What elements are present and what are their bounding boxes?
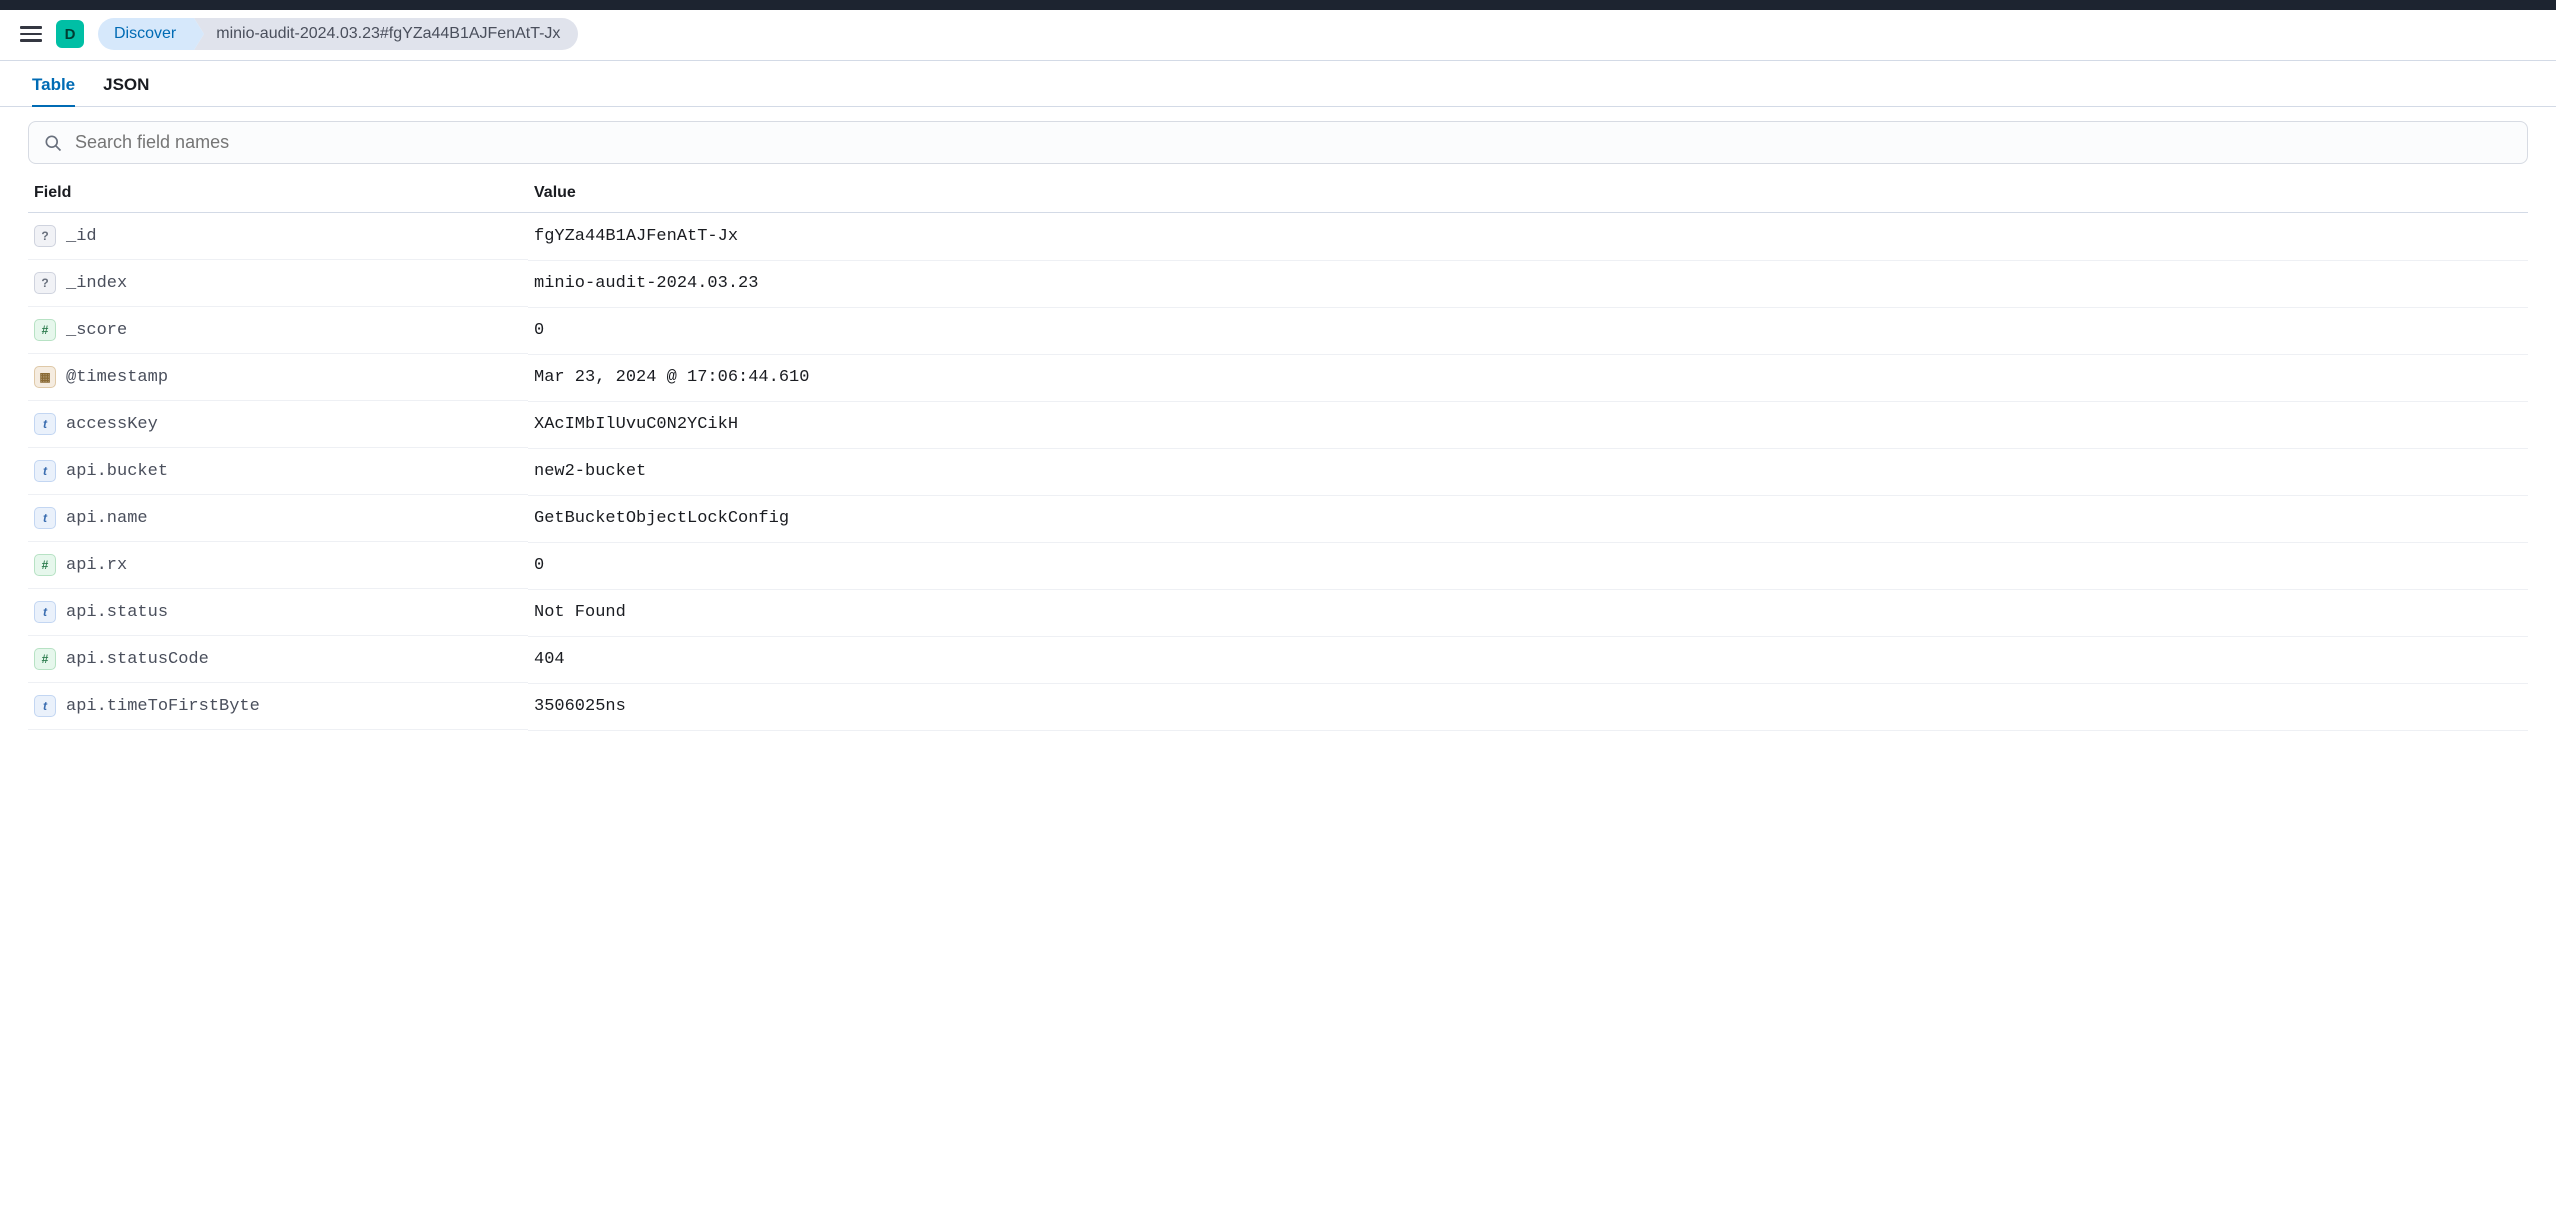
- field-type-icon: #: [34, 319, 56, 341]
- field-type-icon: ?: [34, 225, 56, 247]
- search-field-names[interactable]: [28, 121, 2528, 164]
- table-row: t api.status Not Found: [28, 589, 2528, 636]
- table-row: t api.name GetBucketObjectLockConfig: [28, 495, 2528, 542]
- field-cell: t api.bucket: [28, 448, 528, 495]
- breadcrumb-discover[interactable]: Discover: [98, 18, 194, 50]
- field-type-icon: ▦: [34, 366, 56, 388]
- field-cell: t api.status: [28, 589, 528, 636]
- field-name: api.statusCode: [66, 650, 209, 669]
- column-header-value: Value: [528, 174, 2528, 213]
- field-value: GetBucketObjectLockConfig: [528, 495, 2528, 542]
- field-value: minio-audit-2024.03.23: [528, 260, 2528, 307]
- breadcrumb-document: minio-audit-2024.03.23#fgYZa44B1AJFenAtT…: [194, 18, 578, 50]
- field-value: XAcIMbIlUvuC0N2YCikH: [528, 401, 2528, 448]
- field-cell: t api.name: [28, 495, 528, 542]
- field-type-icon: t: [34, 507, 56, 529]
- field-type-icon: #: [34, 554, 56, 576]
- field-value: 3506025ns: [528, 683, 2528, 730]
- table-row: ? _id fgYZa44B1AJFenAtT-Jx: [28, 213, 2528, 261]
- app-header: D Discover minio-audit-2024.03.23#fgYZa4…: [0, 10, 2556, 61]
- field-cell: ? _id: [28, 213, 528, 260]
- column-header-field: Field: [28, 174, 528, 213]
- field-value: Mar 23, 2024 @ 17:06:44.610: [528, 354, 2528, 401]
- field-value: 0: [528, 307, 2528, 354]
- app-logo-letter: D: [65, 26, 76, 43]
- field-name: @timestamp: [66, 368, 168, 387]
- field-cell: t api.timeToFirstByte: [28, 683, 528, 730]
- field-cell: ▦ @timestamp: [28, 354, 528, 401]
- table-row: # api.rx 0: [28, 542, 2528, 589]
- field-cell: # _score: [28, 307, 528, 354]
- table-row: # api.statusCode 404: [28, 636, 2528, 683]
- document-fields-table: Field Value ? _id fgYZa44B1AJFenAtT-Jx? _in…: [28, 174, 2528, 731]
- table-row: t api.bucket new2-bucket: [28, 448, 2528, 495]
- tab-table[interactable]: Table: [32, 71, 75, 107]
- table-row: t api.timeToFirstByte 3506025ns: [28, 683, 2528, 730]
- field-type-icon: t: [34, 695, 56, 717]
- field-name: _index: [66, 274, 127, 293]
- field-type-icon: ?: [34, 272, 56, 294]
- field-value: Not Found: [528, 589, 2528, 636]
- field-name: api.bucket: [66, 462, 168, 481]
- field-value: 0: [528, 542, 2528, 589]
- table-row: t accessKey XAcIMbIlUvuC0N2YCikH: [28, 401, 2528, 448]
- field-cell: ? _index: [28, 260, 528, 307]
- field-type-icon: t: [34, 601, 56, 623]
- field-value: fgYZa44B1AJFenAtT-Jx: [528, 213, 2528, 261]
- table-row: # _score 0: [28, 307, 2528, 354]
- field-type-icon: t: [34, 460, 56, 482]
- app-logo[interactable]: D: [56, 20, 84, 48]
- field-name: api.status: [66, 603, 168, 622]
- field-type-icon: #: [34, 648, 56, 670]
- table-row: ▦ @timestamp Mar 23, 2024 @ 17:06:44.610: [28, 354, 2528, 401]
- field-name: accessKey: [66, 415, 158, 434]
- table-row: ? _index minio-audit-2024.03.23: [28, 260, 2528, 307]
- menu-icon[interactable]: [20, 23, 42, 45]
- search-input[interactable]: [75, 132, 2513, 153]
- breadcrumb: Discover minio-audit-2024.03.23#fgYZa44B…: [98, 18, 578, 50]
- field-name: api.timeToFirstByte: [66, 697, 260, 716]
- search-icon: [43, 133, 63, 153]
- field-name: _score: [66, 321, 127, 340]
- view-tabs: Table JSON: [0, 61, 2556, 107]
- field-name: api.rx: [66, 556, 127, 575]
- tab-json[interactable]: JSON: [103, 71, 149, 106]
- field-value: new2-bucket: [528, 448, 2528, 495]
- field-cell: # api.statusCode: [28, 636, 528, 683]
- field-cell: t accessKey: [28, 401, 528, 448]
- window-topbar: [0, 0, 2556, 10]
- field-value: 404: [528, 636, 2528, 683]
- field-type-icon: t: [34, 413, 56, 435]
- field-cell: # api.rx: [28, 542, 528, 589]
- field-name: _id: [66, 227, 97, 246]
- field-name: api.name: [66, 509, 148, 528]
